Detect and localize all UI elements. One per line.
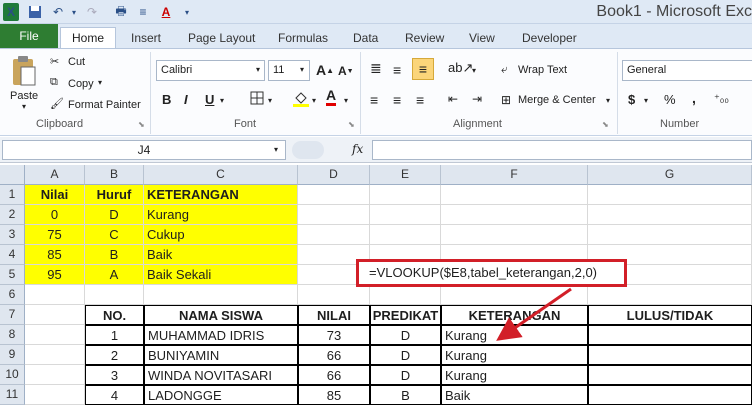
callout-arrow-icon (496, 287, 572, 341)
